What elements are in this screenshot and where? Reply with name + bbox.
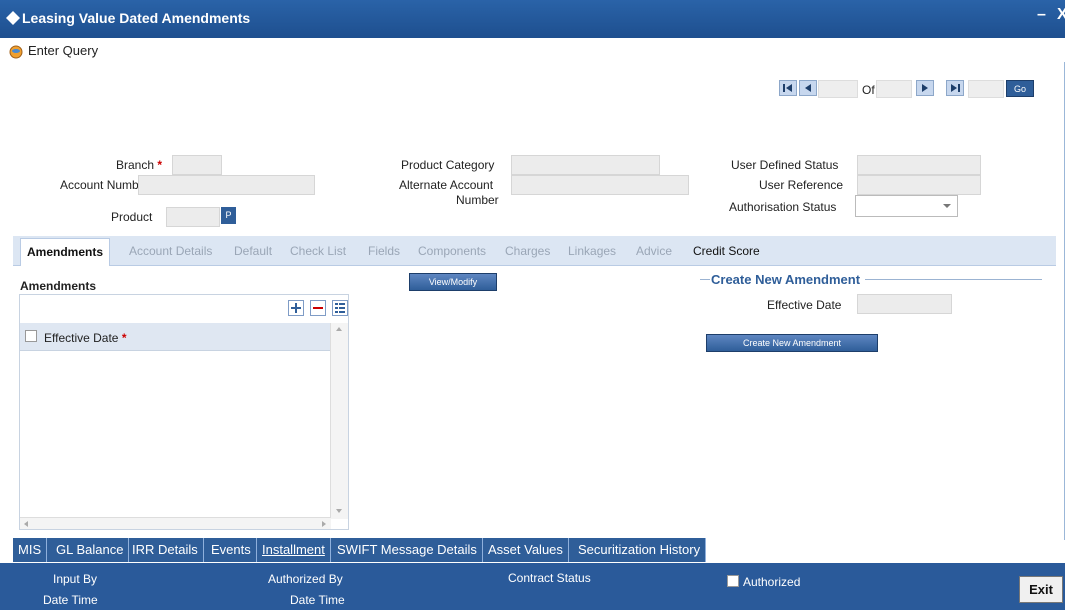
user-reference-field[interactable]: [857, 175, 981, 195]
add-row-button[interactable]: [288, 300, 304, 316]
user-defined-status-label: User Defined Status: [731, 158, 839, 172]
tab-amendments[interactable]: Amendments: [20, 238, 111, 266]
alternate-account-label: Alternate Account: [399, 178, 494, 192]
amendments-section-title: Amendments: [20, 279, 97, 293]
minus-icon: [313, 307, 323, 309]
divider-left: [700, 279, 710, 280]
of-label: Of: [862, 83, 875, 97]
product-lookup-button[interactable]: P: [221, 207, 236, 224]
contract-status-label: Contract Status: [508, 571, 591, 585]
authorized-checkbox[interactable]: [727, 575, 739, 587]
title-bar: Leasing Value Dated Amendments – X: [0, 0, 1065, 38]
effective-date-column-text: Effective Date: [44, 331, 119, 345]
bottom-tab-bar: MIS GL Balance IRR Details Events Instal…: [13, 538, 707, 562]
select-all-checkbox[interactable]: [25, 330, 37, 342]
tab-linkages[interactable]: Linkages: [568, 244, 616, 258]
grid-header-row: Effective Date *: [20, 323, 331, 351]
tab-advice[interactable]: Advice: [636, 244, 672, 258]
user-reference-label: User Reference: [759, 178, 844, 192]
authorisation-status-select[interactable]: [855, 195, 958, 217]
effective-date-field[interactable]: [857, 294, 952, 314]
input-date-time-label: Date Time: [43, 593, 98, 607]
divider-right: [865, 279, 1042, 280]
authorisation-status-label: Authorisation Status: [729, 200, 837, 214]
tab-check-list[interactable]: Check List: [290, 244, 346, 258]
branch-label: Branch *: [116, 158, 162, 172]
tab-securitization-history[interactable]: Securitization History: [573, 538, 707, 562]
amendments-grid: Effective Date *: [19, 294, 349, 530]
tab-bar: Amendments Account Details Default Check…: [13, 236, 1056, 266]
required-mark: *: [157, 158, 163, 172]
list-view-icon: [335, 303, 345, 313]
branch-label-text: Branch: [116, 158, 155, 172]
current-record-field[interactable]: [818, 80, 858, 98]
audit-footer: Input By Date Time Authorized By Date Ti…: [0, 563, 1065, 610]
effective-date-column-header: Effective Date *: [44, 331, 127, 345]
product-category-field[interactable]: [511, 155, 660, 175]
enter-query-icon[interactable]: [8, 43, 24, 59]
tab-charges[interactable]: Charges: [505, 244, 550, 258]
horizontal-scrollbar[interactable]: [20, 517, 331, 529]
account-number-field[interactable]: [138, 175, 315, 195]
previous-icon: [805, 84, 811, 92]
delete-row-button[interactable]: [310, 300, 326, 316]
exit-button[interactable]: Exit: [1019, 576, 1063, 603]
total-records-field: [876, 80, 912, 98]
tab-components[interactable]: Components: [418, 244, 486, 258]
last-icon: [951, 84, 960, 92]
goto-record-field[interactable]: [968, 80, 1004, 98]
window-title: Leasing Value Dated Amendments: [22, 10, 251, 26]
first-record-button[interactable]: [779, 80, 797, 96]
tab-swift-message-details[interactable]: SWIFT Message Details: [332, 538, 483, 562]
branch-field[interactable]: [172, 155, 222, 175]
hscroll-arrows-icon: [24, 521, 326, 527]
last-record-button[interactable]: [946, 80, 964, 96]
tab-mis[interactable]: MIS: [13, 538, 48, 562]
tab-irr-details[interactable]: IRR Details: [127, 538, 204, 562]
next-icon: [922, 84, 928, 92]
authorized-date-time-label: Date Time: [290, 593, 345, 607]
chevron-down-icon: [943, 204, 951, 208]
product-field[interactable]: [166, 207, 220, 227]
product-category-label: Product Category: [401, 158, 495, 172]
account-number-label-text: Account Number: [60, 178, 150, 192]
tab-gl-balance[interactable]: GL Balance: [51, 538, 130, 562]
single-view-button[interactable]: [332, 300, 348, 316]
go-button[interactable]: Go: [1006, 80, 1034, 97]
product-label: Product: [111, 210, 153, 224]
minimize-button[interactable]: –: [1037, 6, 1046, 24]
scroll-arrows-icon: [336, 327, 342, 513]
enter-query-button[interactable]: Enter Query: [28, 43, 98, 58]
alternate-account-label-line2: Number: [456, 193, 499, 207]
first-icon: [783, 84, 792, 92]
next-record-button[interactable]: [916, 80, 934, 96]
effective-date-label: Effective Date: [767, 298, 842, 312]
plus-icon: [291, 303, 301, 313]
tab-events[interactable]: Events: [206, 538, 257, 562]
toolbar: Enter Query: [0, 38, 1065, 62]
create-new-amendment-button[interactable]: Create New Amendment: [706, 334, 878, 352]
previous-record-button[interactable]: [799, 80, 817, 96]
tab-credit-score[interactable]: Credit Score: [693, 244, 760, 258]
create-new-amendment-title: Create New Amendment: [711, 272, 861, 287]
tab-asset-values[interactable]: Asset Values: [483, 538, 569, 562]
tab-fields[interactable]: Fields: [368, 244, 400, 258]
authorized-label: Authorized: [743, 575, 801, 589]
tab-account-details[interactable]: Account Details: [129, 244, 212, 258]
close-button[interactable]: X: [1057, 6, 1065, 24]
vertical-scrollbar[interactable]: [330, 323, 348, 519]
alternate-account-field[interactable]: [511, 175, 689, 195]
authorized-by-label: Authorized By: [268, 572, 343, 586]
required-mark: *: [121, 331, 127, 345]
tab-installment[interactable]: Installment: [257, 538, 331, 562]
input-by-label: Input By: [53, 572, 98, 586]
diamond-icon: [6, 11, 20, 25]
view-modify-button[interactable]: View/Modify: [409, 273, 497, 291]
user-defined-status-field[interactable]: [857, 155, 981, 175]
tab-default[interactable]: Default: [234, 244, 272, 258]
